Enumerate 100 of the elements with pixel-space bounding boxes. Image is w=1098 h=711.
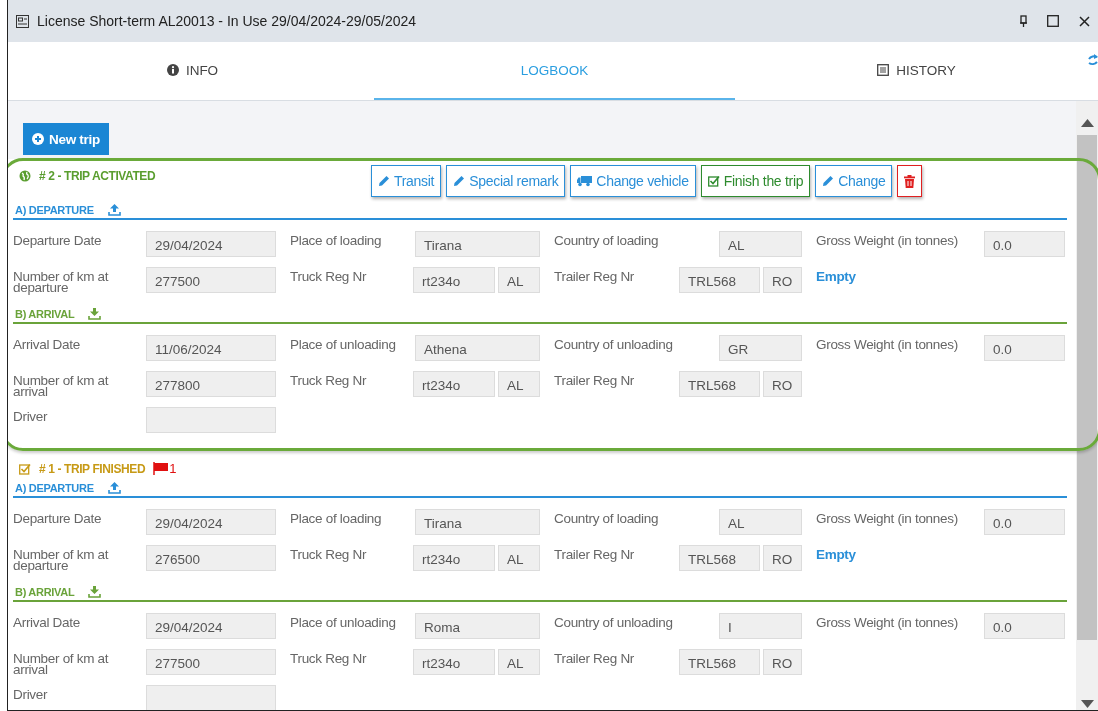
scroll-up-icon[interactable] bbox=[1080, 119, 1094, 127]
pin-icon[interactable] bbox=[1020, 14, 1027, 28]
delete-button[interactable] bbox=[897, 165, 923, 197]
section-heading: A) DEPARTURE bbox=[15, 482, 94, 494]
field-label: Driver bbox=[13, 686, 49, 700]
field-label: Arrival Date bbox=[13, 614, 81, 628]
field-label: Place of unloading bbox=[290, 614, 397, 628]
scrollbar[interactable] bbox=[1076, 101, 1098, 710]
input-field[interactable]: Tirana bbox=[415, 509, 540, 535]
field-label: Truck Reg Nr bbox=[290, 546, 368, 560]
action-button[interactable]: Finish the trip bbox=[700, 165, 811, 197]
empty-link[interactable]: Empty bbox=[816, 267, 856, 284]
tab[interactable]: INFO bbox=[12, 42, 373, 100]
input-field[interactable]: TRL568 bbox=[679, 371, 760, 397]
input-field[interactable]: 0.0 bbox=[984, 231, 1065, 257]
tab[interactable]: HISTORY bbox=[736, 42, 1097, 100]
field-label: Trailer Reg Nr bbox=[554, 372, 636, 386]
empty-link[interactable]: Empty bbox=[816, 545, 856, 562]
download-icon bbox=[88, 308, 102, 320]
action-button[interactable]: Change vehicle bbox=[570, 165, 696, 197]
pencil-icon bbox=[378, 175, 390, 187]
input-field[interactable]: 29/04/2024 bbox=[146, 613, 276, 639]
input-field[interactable]: TRL568 bbox=[679, 267, 760, 293]
field-label: Country of unloading bbox=[554, 614, 674, 628]
field-label: Trailer Reg Nr bbox=[554, 268, 636, 282]
field-label: Gross Weight (in tonnes) bbox=[816, 336, 959, 350]
input-field[interactable]: 0.0 bbox=[984, 335, 1065, 361]
input-field[interactable]: 277500 bbox=[146, 649, 276, 675]
field-label: Gross Weight (in tonnes) bbox=[816, 510, 959, 524]
plus-icon bbox=[32, 133, 44, 145]
new-trip-button[interactable]: New trip bbox=[23, 123, 109, 155]
input-field[interactable]: Tirana bbox=[415, 231, 540, 257]
action-button[interactable]: Change bbox=[815, 165, 893, 197]
input-field[interactable]: 277500 bbox=[146, 267, 276, 293]
info-icon bbox=[166, 64, 179, 76]
field-label: Place of loading bbox=[290, 510, 383, 524]
input-field[interactable]: I bbox=[719, 613, 802, 639]
field-label: Place of unloading bbox=[290, 336, 397, 350]
input-field[interactable]: AL bbox=[719, 509, 802, 535]
trip-title: # 2 - TRIP ACTIVATED bbox=[39, 169, 156, 183]
input-field[interactable]: AL bbox=[719, 231, 802, 257]
country-field[interactable]: RO bbox=[763, 545, 802, 571]
trip-title: # 1 - TRIP FINISHED bbox=[39, 461, 146, 476]
list-icon bbox=[877, 64, 890, 76]
field-label: Trailer Reg Nr bbox=[554, 650, 636, 664]
field-label: Truck Reg Nr bbox=[290, 372, 368, 386]
country-field[interactable]: RO bbox=[763, 371, 802, 397]
action-button[interactable]: Special remark bbox=[446, 165, 566, 197]
input-field[interactable]: 277800 bbox=[146, 371, 276, 397]
input-field[interactable]: 0.0 bbox=[984, 509, 1065, 535]
pencil-icon bbox=[453, 175, 466, 187]
input-field[interactable]: rt234o bbox=[413, 267, 495, 293]
country-field[interactable]: AL bbox=[498, 649, 540, 675]
input-field[interactable]: rt234o bbox=[413, 545, 495, 571]
input-field[interactable]: TRL568 bbox=[679, 545, 760, 571]
input-field[interactable]: rt234o bbox=[413, 371, 495, 397]
input-field[interactable]: Athena bbox=[415, 335, 540, 361]
field-label: Truck Reg Nr bbox=[290, 650, 368, 664]
field-label: Departure Date bbox=[13, 510, 103, 524]
input-field[interactable]: GR bbox=[719, 335, 802, 361]
field-label: Number of km at departure bbox=[13, 268, 110, 293]
input-field[interactable]: 11/06/2024 bbox=[146, 335, 276, 361]
download-icon bbox=[88, 586, 102, 598]
country-field[interactable]: RO bbox=[763, 267, 802, 293]
section-heading: A) DEPARTURE bbox=[15, 204, 94, 216]
input-field[interactable]: 29/04/2024 bbox=[146, 231, 276, 257]
field-label: Country of unloading bbox=[554, 336, 674, 350]
country-field[interactable]: RO bbox=[763, 649, 802, 675]
input-field[interactable]: TRL568 bbox=[679, 649, 760, 675]
flag-badge: 1 bbox=[153, 461, 177, 476]
window-title: License Short-term AL20013 - In Use 29/04/2024-29/05/2024 bbox=[37, 13, 417, 29]
input-field[interactable] bbox=[146, 407, 276, 433]
action-button[interactable]: Transit bbox=[371, 165, 442, 197]
maximize-icon[interactable] bbox=[1047, 15, 1059, 27]
field-label: Place of loading bbox=[290, 232, 383, 246]
field-label: Truck Reg Nr bbox=[290, 268, 368, 282]
input-field[interactable]: 0.0 bbox=[984, 613, 1065, 639]
input-field[interactable]: rt234o bbox=[413, 649, 495, 675]
input-field[interactable]: Roma bbox=[415, 613, 540, 639]
field-label: Arrival Date bbox=[13, 336, 81, 350]
trash-icon bbox=[904, 174, 916, 188]
field-label: Trailer Reg Nr bbox=[554, 546, 636, 560]
field-label: Number of km at arrival bbox=[13, 650, 110, 675]
pencil-icon bbox=[822, 175, 835, 187]
close-icon[interactable] bbox=[1079, 15, 1090, 27]
section-heading: B) ARRIVAL bbox=[15, 586, 75, 598]
input-field[interactable]: 29/04/2024 bbox=[146, 509, 276, 535]
field-label: Gross Weight (in tonnes) bbox=[816, 614, 959, 628]
country-field[interactable]: AL bbox=[498, 545, 540, 571]
field-label: Number of km at departure bbox=[13, 546, 110, 571]
field-label: Number of km at arrival bbox=[13, 372, 110, 397]
refresh-icon[interactable] bbox=[1088, 53, 1098, 67]
input-field[interactable]: 276500 bbox=[146, 545, 276, 571]
scroll-thumb[interactable] bbox=[1077, 135, 1097, 640]
input-field[interactable] bbox=[146, 685, 276, 710]
upload-icon bbox=[107, 204, 121, 216]
scroll-down-icon[interactable] bbox=[1080, 700, 1094, 708]
country-field[interactable]: AL bbox=[498, 267, 540, 293]
upload-icon bbox=[107, 482, 121, 494]
country-field[interactable]: AL bbox=[498, 371, 540, 397]
